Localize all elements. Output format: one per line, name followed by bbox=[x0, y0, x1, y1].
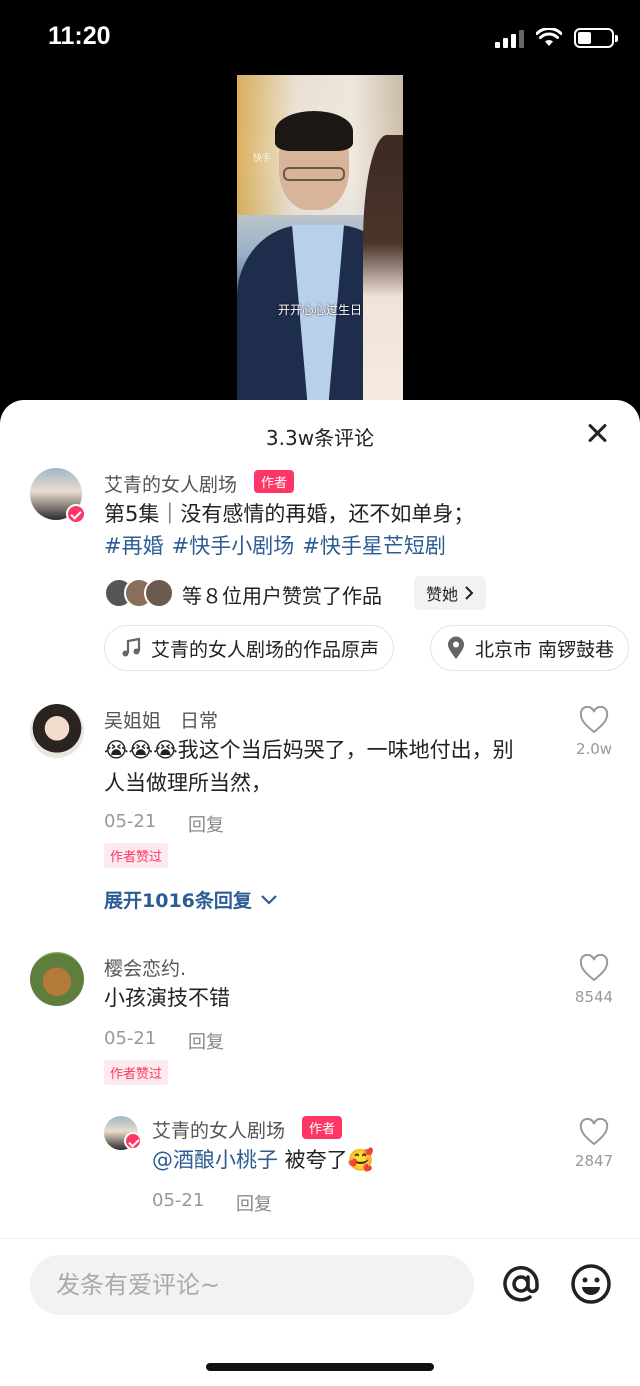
music-chip-label: 艾青的女人剧场的作品原声 bbox=[151, 638, 380, 661]
verified-icon bbox=[66, 504, 86, 524]
video-subtitle: 开开心心过生日 bbox=[277, 303, 362, 317]
video-preview[interactable]: 快手 开开心心过生日 bbox=[237, 75, 403, 401]
hashtag-link[interactable]: #快手星芒短剧 bbox=[302, 534, 446, 558]
status-time: 11:20 bbox=[48, 22, 111, 50]
mention-at-icon[interactable] bbox=[500, 1263, 542, 1305]
chevron-right-icon bbox=[465, 586, 474, 600]
mention-link[interactable]: @酒酿小桃子 bbox=[152, 1148, 278, 1172]
close-button[interactable] bbox=[586, 422, 608, 444]
commenter-name[interactable]: 樱会恋约. bbox=[104, 954, 186, 981]
comment-sheet: 3.3w条评论 艾青的女人剧场 作者 第5集｜没有感情的再婚，还不如单身； #再… bbox=[0, 400, 640, 1386]
comment-count-title: 3.3w条评论 bbox=[265, 426, 375, 450]
comment-text: 😭😭😭我这个当后妈哭了，一味地付出，别 人当做理所当然， bbox=[104, 738, 514, 795]
commenter-name[interactable]: 吴姐姐 bbox=[104, 706, 161, 733]
commenter-avatar[interactable] bbox=[30, 952, 84, 1006]
author-liked-tag: 作者赞过 bbox=[104, 843, 169, 868]
chevron-down-icon bbox=[261, 894, 277, 905]
like-button[interactable]: 2.0w bbox=[564, 705, 624, 758]
hashtag-link[interactable]: #快手小剧场 bbox=[172, 534, 295, 558]
battery-icon bbox=[574, 28, 618, 48]
liker-avatars[interactable] bbox=[104, 578, 174, 608]
like-button[interactable]: 8544 bbox=[564, 953, 624, 1006]
hashtag-link[interactable]: #再婚 bbox=[104, 534, 164, 558]
verified-icon bbox=[124, 1132, 142, 1150]
like-count: 2.0w bbox=[575, 740, 613, 758]
status-icons bbox=[495, 28, 618, 48]
praise-button[interactable]: 赞她 bbox=[414, 576, 487, 610]
heart-icon bbox=[579, 953, 609, 982]
praise-button-label: 赞她 bbox=[426, 585, 459, 604]
reply-author-name[interactable]: 艾青的女人剧场 bbox=[152, 1116, 285, 1143]
like-button[interactable]: 2847 bbox=[564, 1117, 624, 1170]
location-chip-label: 北京市 南锣鼓巷 bbox=[475, 638, 615, 661]
commenter-avatar[interactable] bbox=[30, 704, 84, 758]
comment-input-bar: 发条有爱评论~ bbox=[0, 1238, 640, 1386]
reply-text: @酒酿小桃子 被夸了🥰 bbox=[152, 1148, 374, 1172]
music-note-icon bbox=[122, 637, 141, 657]
expand-replies-button[interactable]: 展开1016条回复 bbox=[104, 886, 278, 913]
video-watermark: 快手 bbox=[253, 154, 272, 164]
like-count: 8544 bbox=[574, 988, 614, 1006]
comment-input[interactable]: 发条有爱评论~ bbox=[30, 1255, 474, 1315]
heart-icon bbox=[579, 705, 609, 734]
wifi-icon bbox=[536, 28, 562, 46]
commenter-badge: 日常 bbox=[180, 710, 219, 732]
comment-date: 05-21 bbox=[104, 1028, 157, 1049]
like-count: 2847 bbox=[574, 1152, 614, 1170]
heart-icon bbox=[579, 1117, 609, 1146]
status-bar: 11:20 bbox=[0, 0, 640, 80]
post-author-name[interactable]: 艾青的女人剧场 bbox=[104, 470, 237, 497]
reply-button[interactable]: 回复 bbox=[236, 1190, 272, 1216]
location-pin-icon bbox=[448, 636, 464, 659]
comment-emojis: 😭😭😭 bbox=[104, 738, 178, 762]
author-tag: 作者 bbox=[302, 1116, 343, 1139]
emoji-icon[interactable] bbox=[570, 1263, 612, 1305]
home-indicator[interactable] bbox=[206, 1363, 434, 1371]
reply-button[interactable]: 回复 bbox=[188, 1028, 224, 1054]
location-chip[interactable]: 北京市 南锣鼓巷 bbox=[430, 625, 630, 671]
likers-text: 等８位用户赞赏了作品 bbox=[182, 584, 382, 608]
reply-button[interactable]: 回复 bbox=[188, 811, 224, 837]
comment-text: 小孩演技不错 bbox=[104, 986, 230, 1010]
author-tag: 作者 bbox=[254, 470, 295, 493]
music-chip[interactable]: 艾青的女人剧场的作品原声 bbox=[104, 625, 395, 671]
author-liked-tag: 作者赞过 bbox=[104, 1060, 169, 1085]
reply-date: 05-21 bbox=[152, 1190, 205, 1211]
signal-icon bbox=[495, 28, 524, 48]
post-text: 第5集｜没有感情的再婚，还不如单身； bbox=[104, 502, 475, 526]
post-hashtags: #再婚 #快手小剧场 #快手星芒短剧 bbox=[104, 530, 454, 560]
comment-date: 05-21 bbox=[104, 811, 157, 832]
